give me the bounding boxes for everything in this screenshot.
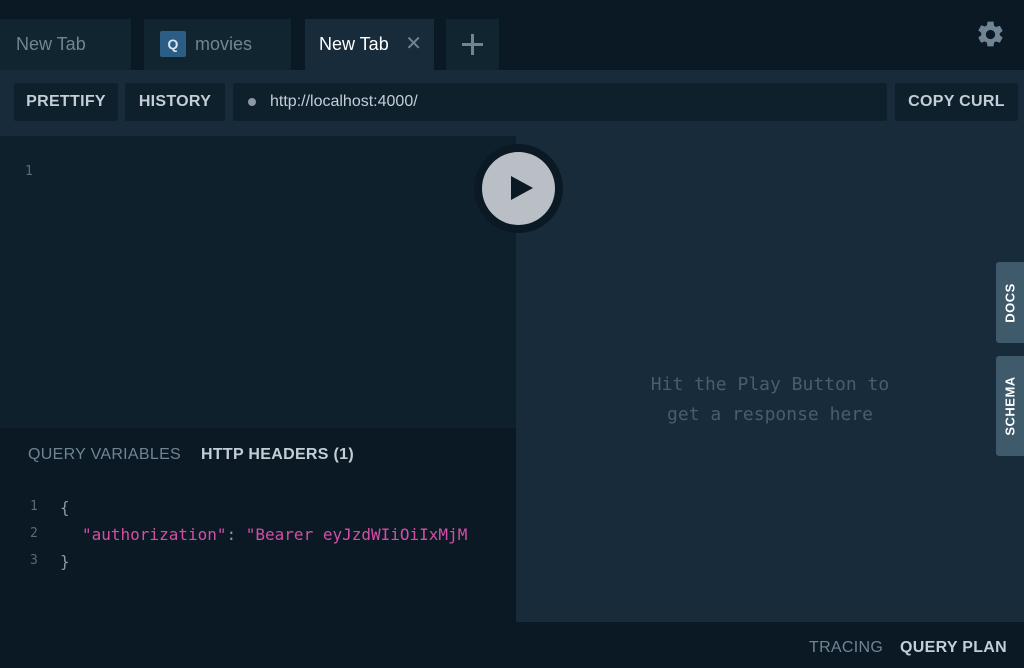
- tab-label: movies: [195, 34, 253, 54]
- endpoint-url-text: http://localhost:4000/: [270, 93, 418, 110]
- line-number: 2: [30, 526, 38, 541]
- variables-panel: QUERY VARIABLES HTTP HEADERS (1) 1 2 3 {…: [0, 428, 516, 622]
- schema-tab[interactable]: SCHEMA: [996, 356, 1024, 456]
- endpoint-url-input[interactable]: http://localhost:4000/: [233, 83, 887, 121]
- footer-bar: TRACING QUERY PLAN: [0, 622, 1024, 668]
- header-key: "authorization": [82, 525, 227, 544]
- response-placeholder: Hit the Play Button to get a response he…: [650, 374, 890, 425]
- docs-tab[interactable]: DOCS: [996, 262, 1024, 343]
- response-panel: Hit the Play Button to get a response he…: [516, 136, 1024, 622]
- history-button[interactable]: HISTORY: [125, 83, 225, 121]
- tab-query-variables[interactable]: QUERY VARIABLES: [28, 446, 181, 464]
- prettify-button[interactable]: PRETTIFY: [14, 83, 118, 121]
- toolbar: PRETTIFY HISTORY http://localhost:4000/ …: [0, 70, 1024, 136]
- status-dot-icon: [248, 98, 256, 106]
- tab-new-tab-active[interactable]: New Tab ✕: [305, 19, 434, 70]
- tab-new-tab-1[interactable]: New Tab: [0, 19, 131, 70]
- header-value: "Bearer eyJzdWIiOiIxMjM: [245, 525, 468, 544]
- line-number: 1: [25, 164, 33, 179]
- close-icon[interactable]: ✕: [405, 19, 422, 70]
- tab-query-plan[interactable]: QUERY PLAN: [900, 639, 1007, 657]
- play-icon: [511, 176, 533, 200]
- query-editor[interactable]: 1: [0, 136, 516, 428]
- line-number: 3: [30, 553, 38, 568]
- code-open-brace: {: [60, 498, 70, 517]
- copy-curl-button[interactable]: COPY CURL: [895, 83, 1018, 121]
- tab-label: New Tab: [319, 34, 389, 54]
- tab-label: New Tab: [16, 34, 86, 54]
- header-entry[interactable]: "authorization": "Bearer eyJzdWIiOiIxMjM: [82, 525, 467, 544]
- tab-tracing[interactable]: TRACING: [809, 639, 883, 657]
- header-colon: :: [226, 525, 246, 544]
- tab-bar: New Tab Qmovies New Tab ✕: [0, 0, 1024, 70]
- graphql-playground: New Tab Qmovies New Tab ✕ PRETTIFY HISTO…: [0, 0, 1024, 668]
- tab-http-headers[interactable]: HTTP HEADERS (1): [201, 446, 354, 464]
- gear-icon[interactable]: [975, 19, 1006, 50]
- code-close-brace: }: [60, 552, 70, 571]
- query-badge-icon: Q: [160, 30, 186, 57]
- execute-query-button[interactable]: [474, 144, 563, 233]
- add-tab-button[interactable]: [446, 19, 499, 70]
- tab-movies[interactable]: Qmovies: [144, 19, 291, 70]
- line-number: 1: [30, 499, 38, 514]
